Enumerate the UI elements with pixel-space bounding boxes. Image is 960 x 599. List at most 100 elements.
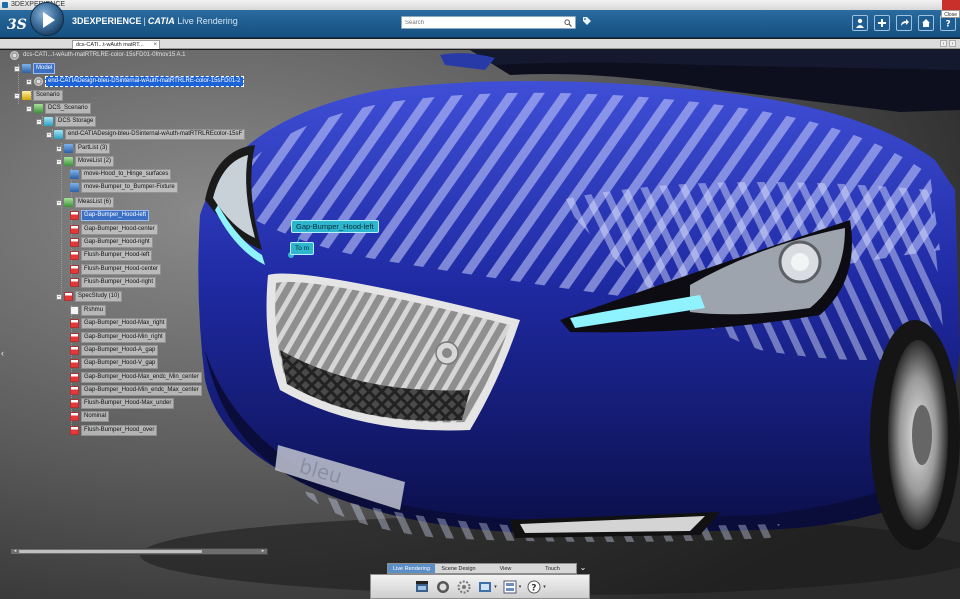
tree-node-partlist[interactable]: + PartList (3) <box>56 143 111 154</box>
help-icon[interactable]: ? <box>526 579 542 595</box>
tab-live-rendering[interactable]: Live Rendering <box>388 564 435 573</box>
tree-item-spec[interactable]: Gap-Bumper_Hood-A_gap <box>70 345 159 356</box>
settings-icon[interactable] <box>456 579 472 595</box>
measure-callout[interactable]: To m <box>290 242 315 255</box>
tree-item-measure[interactable]: Gap-Bumper_Hood-center <box>70 224 158 235</box>
tree-root[interactable]: dcs-CATI...t-wAuth-matRTRLRE-color-15sFD… <box>10 50 188 61</box>
play-icon <box>43 12 55 28</box>
tab-document[interactable]: dcs-CATI...t-wAuth matRT... × <box>72 40 160 49</box>
spec-icon <box>70 386 79 395</box>
tab-prev-icon[interactable]: ‹ <box>940 40 947 47</box>
collapse-icon[interactable]: − <box>14 65 20 72</box>
tree-node-model[interactable]: − Model <box>14 63 56 74</box>
tree-node-measlist[interactable]: − MeasList (6) <box>56 197 115 208</box>
part-icon <box>34 77 43 86</box>
tree-node-dcs-storage[interactable]: − DCS Storage <box>36 116 97 127</box>
tree-root-label: dcs-CATI...t-wAuth-matRTRLRE-color-15sFD… <box>23 52 186 58</box>
gap-callout-label: Gap-Bumper_Hood-left <box>296 222 374 231</box>
tab-strip: dcs-CATI...t-wAuth matRT... × ‹ › <box>0 39 960 49</box>
add-icon[interactable] <box>874 15 890 31</box>
user-icon[interactable] <box>852 15 868 31</box>
scrollbar-thumb[interactable] <box>19 550 202 553</box>
tree-item-spec[interactable]: Gap-Bumper_Hood-Min_right <box>70 332 166 343</box>
material-icon[interactable] <box>435 579 451 595</box>
tree-node-movelist[interactable]: − MoveList (2) <box>56 156 115 167</box>
tab-touch[interactable]: Touch <box>529 564 576 573</box>
collapse-icon[interactable]: − <box>36 118 42 125</box>
tree-label-measure: Gap-Bumper_Hood-left <box>81 210 150 221</box>
chevron-down-icon[interactable]: ⌄ <box>577 563 589 574</box>
share-icon[interactable] <box>896 15 912 31</box>
tab-next-icon[interactable]: › <box>949 40 956 47</box>
tree-label-spec: Flush-Bumper_Hood_over <box>81 425 158 436</box>
chevron-down-icon[interactable]: ▾ <box>543 584 546 590</box>
tree-item-measure[interactable]: Flush-Bumper_Hood-left <box>70 250 153 261</box>
tree-item-measure[interactable]: Gap-Bumper_Hood-right <box>70 237 153 248</box>
collapse-icon[interactable]: − <box>56 293 62 300</box>
collapse-icon[interactable]: − <box>56 199 62 206</box>
tree-node-dcs-scenario[interactable]: − DCS_Scenario <box>26 103 91 114</box>
collapse-icon[interactable]: − <box>46 131 52 138</box>
tree-label-spec: Gap-Bumper_Hood-Min_endc_Max_center <box>81 385 202 396</box>
scroll-left-icon[interactable]: ◂ <box>12 549 18 554</box>
gap-callout[interactable]: Gap-Bumper_Hood-left <box>291 220 379 233</box>
brand-app-name: Live Rendering <box>177 16 238 26</box>
tree-label-measlist: MeasList (6) <box>75 197 115 208</box>
tree-node-scenario[interactable]: − Scenario <box>14 90 63 101</box>
tree-item-spec[interactable]: Gap-Bumper_Hood-V_gap <box>70 358 159 369</box>
camera-icon[interactable] <box>477 579 493 595</box>
close-window-button[interactable] <box>942 0 960 10</box>
tree-item-measure[interactable]: Gap-Bumper_Hood-left <box>70 210 150 221</box>
collapse-icon[interactable]: − <box>56 158 62 165</box>
tree-item-spec[interactable]: Gap-Bumper_Hood-Max_right <box>70 318 168 329</box>
layout-icon[interactable] <box>502 579 518 595</box>
spec-icon <box>70 319 79 328</box>
chevron-down-icon[interactable]: ▾ <box>494 584 497 590</box>
tree-label-measure: Flush-Bumper_Hood-center <box>81 264 162 275</box>
tag-icon[interactable] <box>582 16 592 26</box>
tree-label-move: move-Hood_to_Hinge_surfaces <box>81 169 172 180</box>
tree-node-specstudy[interactable]: − SpecStudy (10) <box>56 291 123 302</box>
chevron-down-icon[interactable]: ▾ <box>519 584 522 590</box>
tab-view[interactable]: View <box>482 564 529 573</box>
expand-icon[interactable]: + <box>56 145 62 152</box>
svg-text:?: ? <box>946 20 951 29</box>
tree-horizontal-scrollbar[interactable]: ◂ ▸ <box>10 548 268 555</box>
tree-item-move[interactable]: move-Bumper_to_Bumper-Fixture <box>70 182 178 193</box>
minimize-button[interactable] <box>916 0 929 10</box>
panel-collapse-icon[interactable]: ‹ <box>1 348 4 358</box>
tree-item-spec[interactable]: Nominal <box>70 411 110 422</box>
maximize-button[interactable] <box>929 0 942 10</box>
search-icon[interactable] <box>564 19 572 27</box>
specification-tree: dcs-CATI...t-wAuth-matRTRLRE-color-15sFD… <box>10 50 272 560</box>
tree-label-spec: Gap-Bumper_Hood-Min_right <box>81 332 166 343</box>
search-box[interactable] <box>401 16 576 29</box>
scroll-right-icon[interactable]: ▸ <box>260 549 266 554</box>
tree-label-model-item: end-CATIADesign-bleu-DSinternal-wAuth-ma… <box>45 76 244 87</box>
tree-label-measure: Gap-Bumper_Hood-right <box>81 237 153 248</box>
tree-label-spec: Gap-Bumper_Hood-Max_endc_Min_center <box>81 372 202 383</box>
tree-item-measure[interactable]: Flush-Bumper_Hood-right <box>70 277 157 288</box>
collapse-icon[interactable]: − <box>26 105 32 112</box>
tree-item-spec[interactable]: Rshmu <box>70 305 107 316</box>
collapse-icon[interactable]: − <box>14 92 20 99</box>
tree-item-spec[interactable]: Flush-Bumper_Hood_over <box>70 425 158 436</box>
compass-widget[interactable] <box>30 2 64 36</box>
ds-logo-icon[interactable]: 3S <box>6 14 28 34</box>
tree-node-storage-item[interactable]: − end-CATIADesign-bleu-DSinternal-wAuth-… <box>46 129 246 140</box>
render-icon[interactable] <box>414 579 430 595</box>
tree-item-spec[interactable]: Gap-Bumper_Hood-Max_endc_Min_center <box>70 372 202 383</box>
tree-node-model-item[interactable]: + end-CATIADesign-bleu-DSinternal-wAuth-… <box>26 76 244 87</box>
expand-icon[interactable]: + <box>26 78 32 85</box>
brand-separator: | <box>143 16 146 26</box>
home-icon[interactable] <box>918 15 934 31</box>
tree-item-measure[interactable]: Flush-Bumper_Hood-center <box>70 264 162 275</box>
tree-item-move[interactable]: move-Hood_to_Hinge_surfaces <box>70 169 172 180</box>
tree-label-measure: Flush-Bumper_Hood-left <box>81 250 153 261</box>
close-tab-icon[interactable]: × <box>153 41 157 49</box>
search-input[interactable] <box>402 17 562 28</box>
tab-scene-design[interactable]: Scene Design <box>435 564 482 573</box>
tree-item-spec[interactable]: Flush-Bumper_Hood-Max_under <box>70 398 175 409</box>
tree-item-spec[interactable]: Gap-Bumper_Hood-Min_endc_Max_center <box>70 385 202 396</box>
measure-icon <box>70 238 79 247</box>
